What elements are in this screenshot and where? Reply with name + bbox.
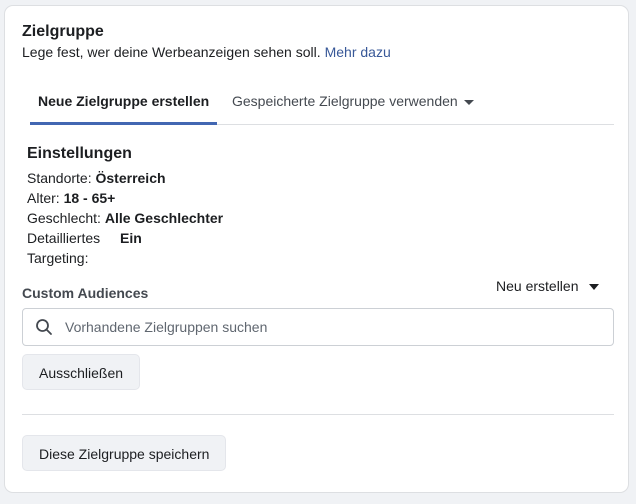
new-create-label: Neu erstellen bbox=[496, 278, 579, 294]
locations-value: Österreich bbox=[95, 170, 166, 186]
gender-row: Geschlecht: Alle Geschlechter bbox=[27, 210, 223, 226]
learn-more-link[interactable]: Mehr dazu bbox=[325, 44, 391, 60]
audience-search-input[interactable] bbox=[63, 309, 607, 345]
settings-heading: Einstellungen bbox=[27, 145, 132, 162]
subtitle-text: Lege fest, wer deine Werbeanzeigen sehen… bbox=[22, 44, 321, 60]
targeting-value-wrap: Ein bbox=[120, 230, 142, 246]
age-value: 18 - 65+ bbox=[63, 190, 116, 206]
age-label: Alter: bbox=[27, 190, 60, 206]
section-subtitle: Lege fest, wer deine Werbeanzeigen sehen… bbox=[22, 44, 391, 60]
caret-down-icon bbox=[463, 99, 474, 105]
locations-label: Standorte: bbox=[27, 170, 92, 186]
gender-value: Alle Geschlechter bbox=[104, 210, 224, 226]
audience-tabs: Neue Zielgruppe erstellen Gespeicherte Z… bbox=[30, 88, 614, 125]
divider bbox=[22, 414, 614, 415]
caret-down-icon bbox=[588, 284, 599, 291]
exclude-button[interactable]: Ausschließen bbox=[22, 354, 141, 390]
new-create-dropdown[interactable]: Neu erstellen bbox=[496, 278, 599, 294]
section-title: Zielgruppe bbox=[22, 23, 104, 40]
targeting-label-line2: Targeting: bbox=[27, 250, 89, 266]
search-icon bbox=[36, 319, 52, 335]
targeting-value: Ein bbox=[120, 230, 142, 246]
audience-card: Zielgruppe Lege fest, wer deine Werbeanz… bbox=[5, 6, 628, 492]
tab-saved-audience[interactable]: Gespeicherte Zielgruppe verwenden bbox=[232, 88, 474, 122]
locations-row: Standorte: Österreich bbox=[27, 170, 166, 186]
custom-audiences-label: Custom Audiences bbox=[22, 285, 149, 301]
age-row: Alter: 18 - 65+ bbox=[27, 190, 115, 206]
gender-label: Geschlecht: bbox=[27, 210, 101, 226]
save-audience-button[interactable]: Diese Zielgruppe speichern bbox=[22, 435, 227, 471]
audience-search-field[interactable] bbox=[22, 308, 614, 346]
tab-saved-audience-label: Gespeicherte Zielgruppe verwenden bbox=[232, 93, 458, 109]
targeting-label-line1: Detailliertes bbox=[27, 230, 101, 246]
tab-new-audience[interactable]: Neue Zielgruppe erstellen bbox=[30, 88, 218, 125]
